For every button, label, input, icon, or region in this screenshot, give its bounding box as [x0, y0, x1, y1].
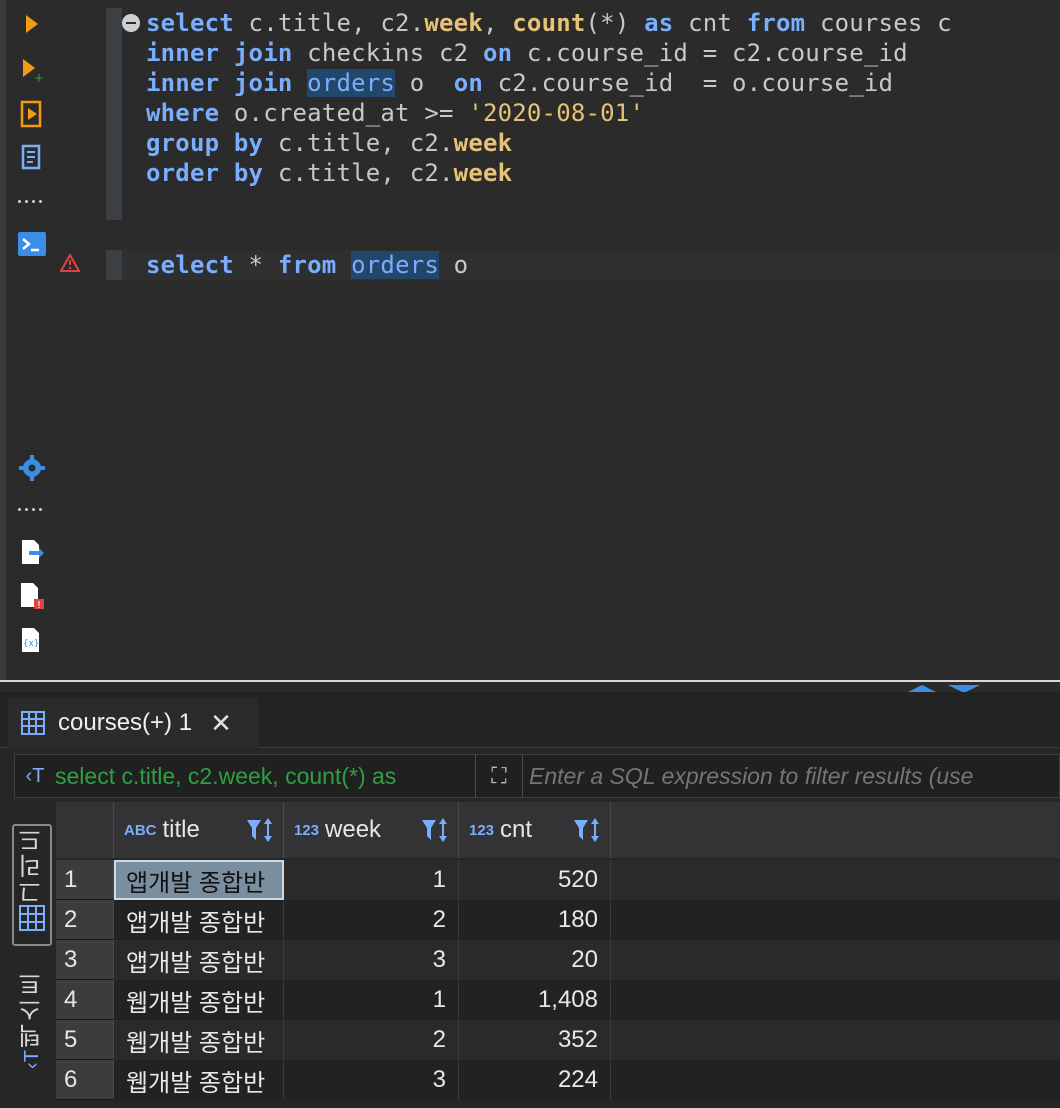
table-row[interactable]: 5 웹개발 종합반 2 352	[56, 1020, 1060, 1060]
filter-bar: ‹T select c.title, c2.week, count(*) as …	[14, 754, 1060, 798]
left-toolbar-edge	[0, 0, 6, 682]
cell-cnt[interactable]: 20	[459, 940, 611, 980]
warning-icon	[59, 252, 81, 277]
code-line: select c.title, c2.week, count(*) as cnt…	[146, 9, 952, 37]
toolbar-separator	[18, 200, 48, 206]
query-block-marker	[106, 250, 122, 280]
row-number: 6	[56, 1060, 114, 1099]
tab-grid-view[interactable]: 그리드	[12, 824, 52, 946]
row-number: 2	[56, 900, 114, 939]
cell-week[interactable]: 1	[284, 860, 459, 900]
cell-week[interactable]: 1	[284, 980, 459, 1020]
cell-cnt[interactable]: 1,408	[459, 980, 611, 1020]
row-number: 4	[56, 980, 114, 1019]
row-filler	[611, 1020, 1060, 1060]
table-row[interactable]: 6 웹개발 종합반 3 224	[56, 1060, 1060, 1100]
column-header-cnt[interactable]: 123 cnt	[459, 802, 611, 858]
row-filler	[611, 980, 1060, 1020]
svg-text:{x}: {x}	[23, 639, 39, 649]
run-icon[interactable]	[14, 6, 50, 42]
table-row[interactable]: 2 앱개발 종합반 2 180	[56, 900, 1060, 940]
run-new-tab-icon[interactable]: +	[14, 52, 50, 88]
cell-cnt[interactable]: 352	[459, 1020, 611, 1060]
results-tabbar: courses(+) 1 ✕	[0, 692, 1060, 748]
settings-icon[interactable]	[14, 450, 50, 486]
header-filler	[611, 802, 1060, 858]
cell-week[interactable]: 2	[284, 1020, 459, 1060]
row-filler	[611, 1060, 1060, 1100]
execute-script-icon[interactable]	[14, 96, 50, 132]
row-filler	[611, 900, 1060, 940]
code-line: order by c.title, c2.week	[146, 159, 513, 187]
grid-view-label: 그리드	[18, 826, 46, 904]
filter-sort-icon[interactable]	[572, 816, 602, 844]
row-filler	[611, 860, 1060, 900]
table-row[interactable]: 3 앱개발 종합반 3 20	[56, 940, 1060, 980]
tab-results[interactable]: courses(+) 1 ✕	[8, 698, 258, 748]
panel-splitter[interactable]	[0, 680, 1060, 692]
filter-sort-icon[interactable]	[420, 816, 450, 844]
tab-label: courses(+) 1	[58, 709, 193, 736]
query-block-marker	[106, 8, 122, 220]
cell-title[interactable]: 앱개발 종합반	[114, 860, 284, 900]
svg-text:!: !	[37, 600, 41, 611]
filter-text-icon[interactable]: ‹T	[15, 765, 55, 788]
fold-toggle-icon[interactable]	[122, 14, 140, 32]
filter-query-text: select c.title, c2.week, count(*) as	[55, 762, 397, 789]
query-1[interactable]: select c.title, c2.week, count(*) as cnt…	[146, 8, 952, 188]
cell-week[interactable]: 3	[284, 1060, 459, 1100]
cell-title[interactable]: 앱개발 종합반	[114, 900, 284, 940]
column-header-week[interactable]: 123 week	[284, 802, 459, 858]
query-2[interactable]: select * from orders o	[146, 250, 468, 280]
filter-sort-icon[interactable]	[245, 816, 275, 844]
table-row[interactable]: 4 웹개발 종합반 1 1,408	[56, 980, 1060, 1020]
row-number-header	[56, 802, 114, 858]
code-line: inner join orders o on c2.course_id = o.…	[146, 69, 894, 97]
expand-icon[interactable]: ⛶	[475, 754, 523, 798]
filter-input[interactable]	[523, 762, 1059, 790]
code-line: group by c.title, c2.week	[146, 129, 513, 157]
cell-week[interactable]: 2	[284, 900, 459, 940]
text-view-label: 텍스트	[18, 970, 46, 1048]
cell-title[interactable]: 앱개발 종합반	[114, 940, 284, 980]
export-icon[interactable]	[14, 534, 50, 570]
type-badge: 123	[469, 821, 495, 839]
cell-week[interactable]: 3	[284, 940, 459, 980]
code-line: where o.created_at >= '2020-08-01'	[146, 99, 645, 127]
view-mode-tabs: 그리드 텍스트 ‹T	[0, 800, 56, 1108]
column-name: title	[162, 816, 200, 843]
code-line: inner join checkins c2 on c.course_id = …	[146, 39, 908, 67]
results-panel: courses(+) 1 ✕ ‹T select c.title, c2.wee…	[0, 692, 1060, 1108]
close-icon[interactable]: ✕	[210, 708, 232, 739]
explain-plan-icon[interactable]	[14, 140, 50, 176]
variables-icon[interactable]: {x}	[14, 622, 50, 658]
type-badge: ABC	[124, 821, 157, 839]
sql-editor[interactable]: + ! {x} select c.title, c2.week, count(*…	[0, 0, 1060, 682]
grid-icon	[21, 711, 45, 735]
grid-header: ABC title 123 week 123 cnt	[56, 802, 1060, 858]
column-header-title[interactable]: ABC title	[114, 802, 284, 858]
text-icon: ‹T	[20, 1050, 43, 1069]
tab-text-view[interactable]: 텍스트 ‹T	[12, 970, 52, 1080]
cell-title[interactable]: 웹개발 종합반	[114, 980, 284, 1020]
cell-cnt[interactable]: 520	[459, 860, 611, 900]
table-row[interactable]: 1 앱개발 종합반 1 520	[56, 860, 1060, 900]
row-filler	[611, 940, 1060, 980]
cell-title[interactable]: 웹개발 종합반	[114, 1020, 284, 1060]
row-number: 5	[56, 1020, 114, 1059]
row-number: 3	[56, 940, 114, 979]
cell-cnt[interactable]: 224	[459, 1060, 611, 1100]
column-name: cnt	[500, 816, 533, 843]
terminal-icon[interactable]	[14, 226, 50, 262]
svg-text:+: +	[34, 71, 44, 83]
error-log-icon[interactable]: !	[14, 578, 50, 614]
grid-icon	[19, 905, 45, 931]
type-badge: 123	[294, 821, 320, 839]
row-number: 1	[56, 860, 114, 899]
toolbar-separator	[18, 508, 48, 514]
cell-cnt[interactable]: 180	[459, 900, 611, 940]
cell-title[interactable]: 웹개발 종합반	[114, 1060, 284, 1100]
column-name: week	[325, 816, 382, 843]
